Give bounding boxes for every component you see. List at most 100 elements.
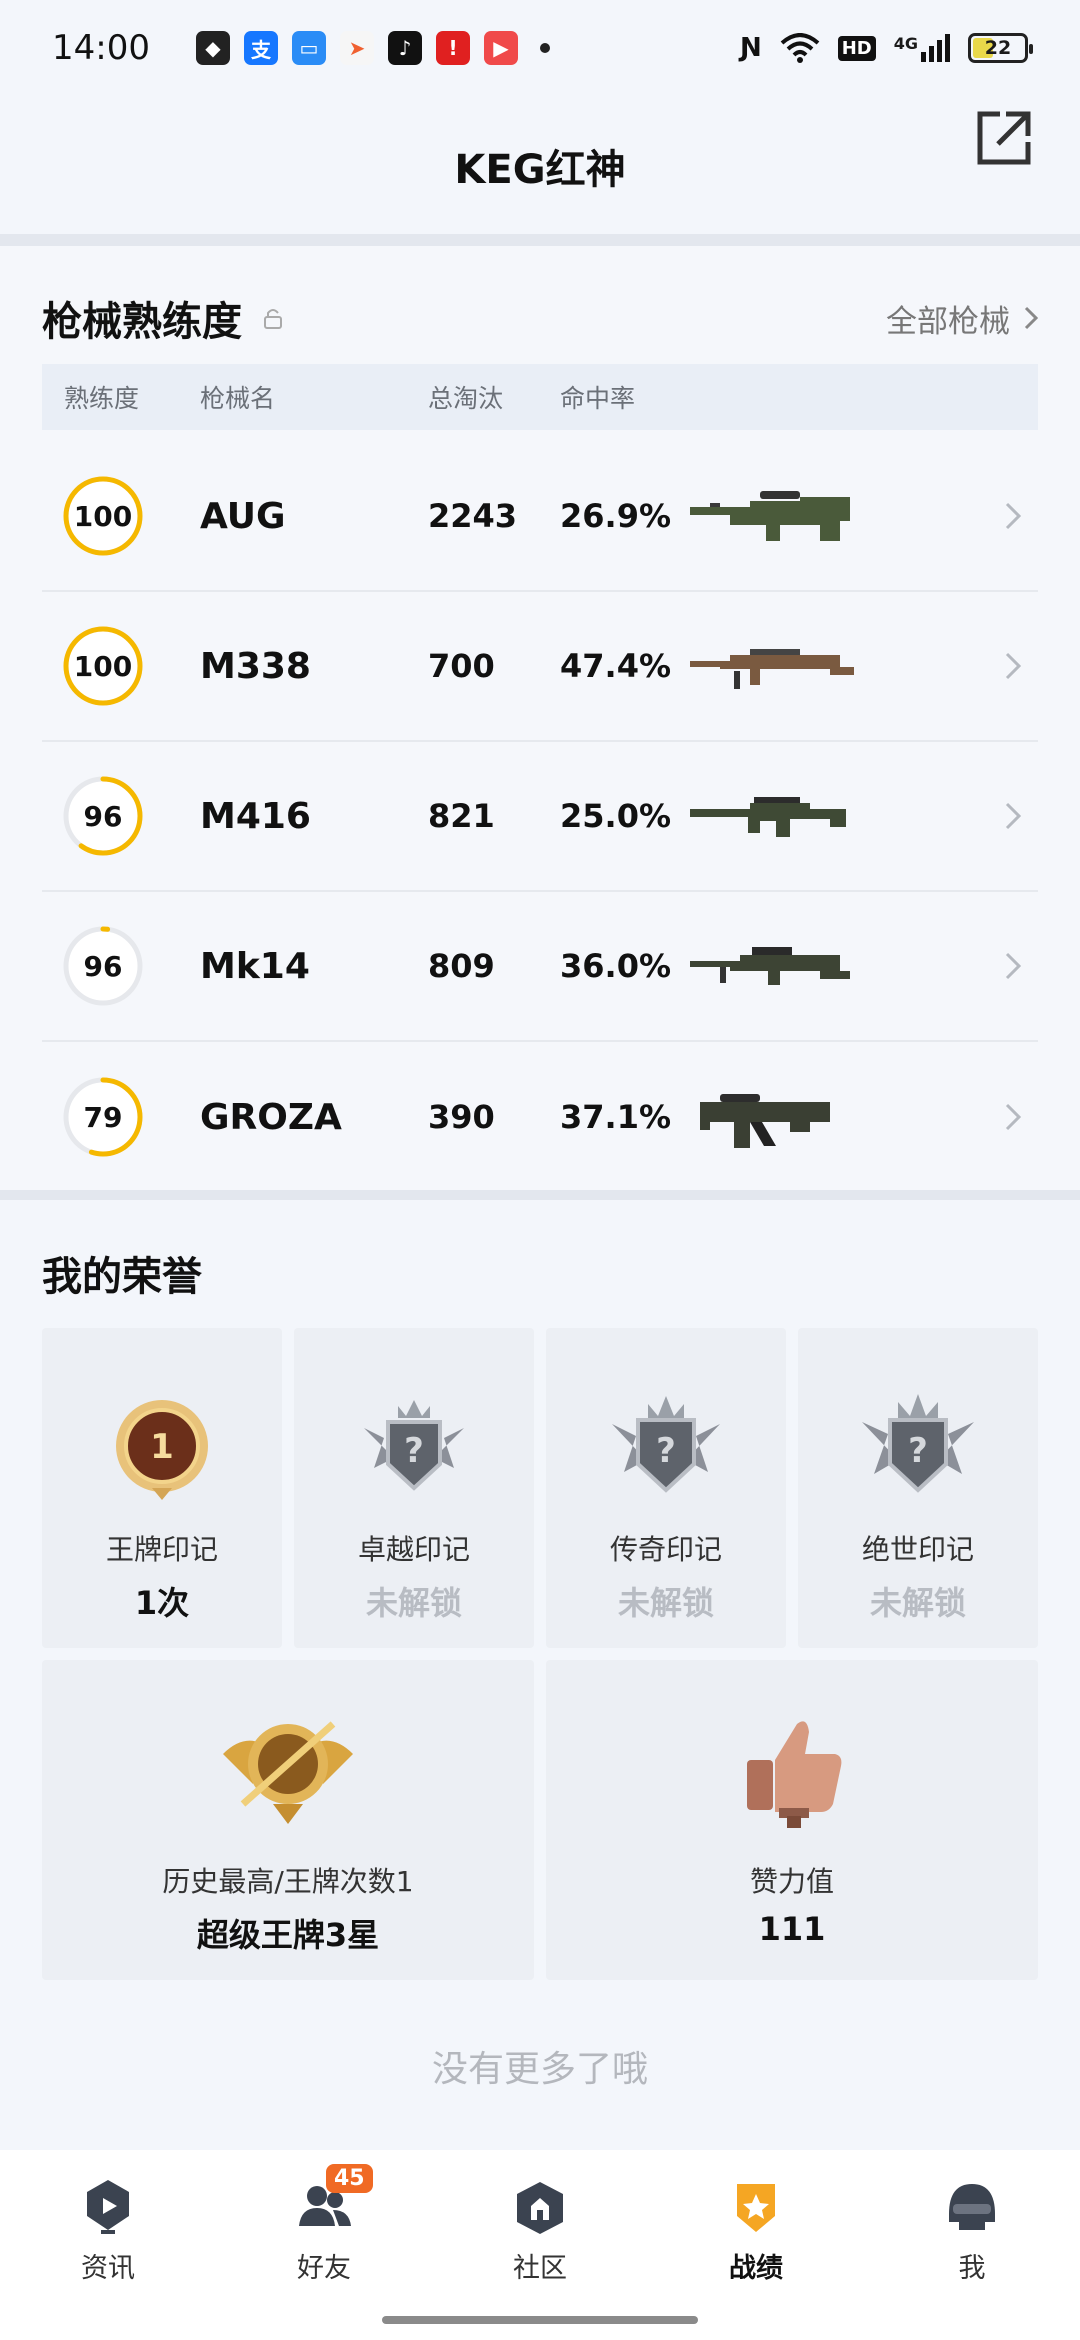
- column-kills: 总淘汰: [428, 384, 504, 413]
- community-icon: [517, 2182, 563, 2234]
- weapon-name: GROZA: [200, 1096, 342, 1138]
- honor-label: 卓越印记: [357, 1533, 470, 1566]
- share-icon[interactable]: [972, 106, 1036, 170]
- bottom-navigation: 资讯 45 好友 社区 战绩 我: [0, 2150, 1080, 2340]
- news-icon: [87, 2180, 129, 2234]
- weapon-section-header: 枪械熟练度 全部枪械: [42, 290, 1038, 346]
- weapon-name: Mk14: [200, 945, 310, 987]
- likes-value: 111: [758, 1910, 826, 1948]
- honors-section: 我的荣誉 1 王牌印记 1次 ? 卓越印记 未解锁 ? 传奇印记 未解锁 ? 绝…: [0, 1200, 1080, 2150]
- weapon-kills: 821: [428, 797, 495, 835]
- chevron-right-icon: [1024, 306, 1038, 330]
- nav-item-news[interactable]: 资讯: [0, 2150, 216, 2340]
- svg-text:?: ?: [404, 1431, 424, 1471]
- status-bar: 14:00 ◆ 支 ▭ ➤ ♪ ! ▶ Ɲ HD 4G 22: [0, 0, 1080, 96]
- battery-icon: 22: [968, 33, 1033, 63]
- nav-label: 好友: [297, 2253, 351, 2284]
- proficiency-value: 100: [73, 499, 133, 533]
- honor-card-peerless-mark[interactable]: ? 绝世印记 未解锁: [798, 1328, 1038, 1648]
- honor-value: 未解锁: [617, 1584, 714, 1622]
- status-time: 14:00: [52, 28, 150, 68]
- weapon-hit-rate: 37.1%: [560, 1098, 672, 1136]
- video-app-icon: ▶: [484, 31, 518, 65]
- weapon-name: M416: [200, 795, 311, 837]
- weapon-name: AUG: [200, 495, 286, 537]
- honor-card-ace-mark[interactable]: 1 王牌印记 1次: [42, 1328, 282, 1648]
- weapon-kills: 700: [428, 647, 495, 685]
- section-divider: [0, 234, 1080, 246]
- weapon-table-header: 熟练度 枪械名 总淘汰 命中率: [42, 364, 1038, 430]
- page-header: KEG红神: [0, 96, 1080, 236]
- honor-card-excellent-mark[interactable]: ? 卓越印记 未解锁: [294, 1328, 534, 1648]
- network-type: 4G: [893, 34, 918, 53]
- nav-label: 我: [958, 2253, 986, 2284]
- friends-badge: 45: [326, 2164, 373, 2193]
- weapon-hit-rate: 47.4%: [560, 647, 672, 685]
- folder-app-icon: ▭: [292, 31, 326, 65]
- weapon-kills: 809: [428, 947, 495, 985]
- honor-card-highest-tier[interactable]: 历史最高/王牌次数1 超级王牌3星: [42, 1660, 534, 1980]
- weapon-hit-rate: 25.0%: [560, 797, 672, 835]
- chevron-right-icon: [1005, 652, 1022, 680]
- honor-card-likes[interactable]: 赞力值 111: [546, 1660, 1038, 1980]
- column-proficiency: 熟练度: [64, 384, 140, 413]
- weapon-row-m416[interactable]: 96 M416 821 25.0%: [42, 742, 1038, 892]
- nav-label: 社区: [513, 2253, 567, 2284]
- weapon-row-groza[interactable]: 79 GROZA 390 37.1%: [42, 1042, 1038, 1192]
- m416-rifle-image: [690, 797, 846, 837]
- svg-text:1: 1: [150, 1427, 174, 1467]
- home-indicator[interactable]: [382, 2316, 698, 2324]
- honor-value: 未解锁: [869, 1584, 966, 1622]
- weapon-kills: 2243: [428, 497, 518, 535]
- all-weapons-link[interactable]: 全部枪械: [886, 296, 1038, 341]
- nav-label: 战绩: [729, 2253, 783, 2284]
- nav-item-friends[interactable]: 45 好友: [216, 2150, 432, 2340]
- signal-icon: 4G: [894, 34, 950, 62]
- locked-badge-icon: ?: [612, 1396, 720, 1493]
- end-of-list-text: 没有更多了哦: [431, 2049, 648, 2090]
- all-weapons-label: 全部枪械: [886, 303, 1010, 340]
- records-icon: [737, 2184, 775, 2232]
- honor-value: 未解锁: [365, 1584, 462, 1622]
- thumbs-up-icon: [747, 1721, 842, 1828]
- nav-item-community[interactable]: 社区: [432, 2150, 648, 2340]
- proficiency-value: 96: [83, 799, 123, 833]
- weapon-hit-rate: 26.9%: [560, 497, 672, 535]
- honor-value: 1次: [134, 1584, 190, 1622]
- groza-rifle-image: [700, 1094, 830, 1148]
- page-title: KEG红神: [454, 147, 626, 193]
- proficiency-value: 100: [73, 649, 133, 683]
- weapon-row-m338[interactable]: 100 M338 700 47.4%: [42, 592, 1038, 742]
- weapon-section-title: 枪械熟练度: [42, 299, 242, 345]
- proficiency-ring: 100: [60, 623, 146, 709]
- shield-app-icon: ◆: [196, 31, 230, 65]
- weapon-hit-rate: 36.0%: [560, 947, 672, 985]
- super-ace-badge-icon: [223, 1721, 353, 1824]
- svg-text:?: ?: [908, 1431, 928, 1471]
- honor-card-legend-mark[interactable]: ? 传奇印记 未解锁: [546, 1328, 786, 1648]
- game-stats-page: 14:00 ◆ 支 ▭ ➤ ♪ ! ▶ Ɲ HD 4G 22 KEG红神 枪械熟…: [0, 0, 1080, 2340]
- more-notifications-icon: [540, 43, 550, 53]
- locked-badge-icon: ?: [364, 1400, 464, 1491]
- honors-title: 我的荣誉: [42, 1254, 202, 1300]
- wifi-icon: [780, 33, 820, 63]
- mk14-rifle-image: [690, 947, 850, 985]
- nfc-icon: Ɲ: [739, 33, 762, 63]
- nav-item-records[interactable]: 战绩: [648, 2150, 864, 2340]
- proficiency-value: 79: [83, 1100, 123, 1134]
- weapon-row-mk14[interactable]: 96 Mk14 809 36.0%: [42, 892, 1038, 1042]
- highest-tier-label: 历史最高/王牌次数1: [162, 1865, 414, 1898]
- honor-label: 传奇印记: [609, 1533, 722, 1566]
- ace-mark-badge-icon: 1: [116, 1400, 208, 1500]
- proficiency-ring: 96: [60, 773, 146, 859]
- section-divider: [0, 1190, 1080, 1200]
- chevron-right-icon: [1005, 802, 1022, 830]
- alipay-app-icon: 支: [244, 31, 278, 65]
- proficiency-ring: 96: [60, 923, 146, 1009]
- nav-item-me[interactable]: 我: [864, 2150, 1080, 2340]
- locked-badge-icon: ?: [862, 1394, 974, 1493]
- proficiency-value: 96: [83, 949, 123, 983]
- lock-icon[interactable]: [262, 307, 284, 329]
- system-icons: Ɲ HD 4G 22: [739, 33, 1033, 63]
- weapon-row-aug[interactable]: 100 AUG 2243 26.9%: [42, 442, 1038, 592]
